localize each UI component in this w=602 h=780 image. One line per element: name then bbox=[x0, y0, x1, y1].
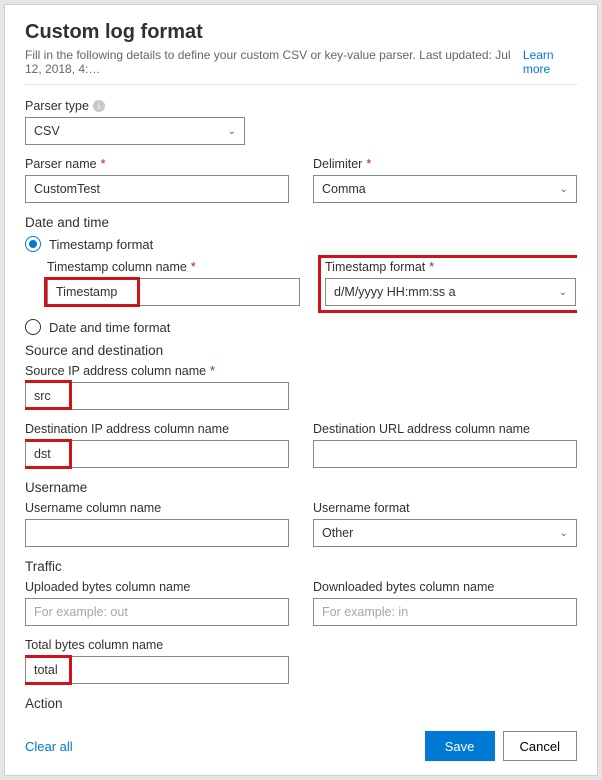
dst-ip-label: Destination IP address column name bbox=[25, 422, 229, 436]
radio-date-time-label: Date and time format bbox=[49, 320, 170, 335]
radio-timestamp-format[interactable] bbox=[25, 236, 41, 252]
dialog-header: Custom log format Fill in the following … bbox=[25, 21, 577, 99]
page-title: Custom log format bbox=[25, 21, 577, 44]
ts-format-select[interactable]: d/M/yyyy HH:mm:ss a ⌄ bbox=[325, 278, 576, 306]
parser-name-input[interactable] bbox=[25, 175, 289, 203]
ts-format-label: Timestamp format bbox=[325, 260, 425, 274]
section-username: Username bbox=[25, 480, 577, 495]
dst-ip-input[interactable] bbox=[25, 440, 289, 468]
ts-column-input[interactable] bbox=[47, 278, 300, 306]
parser-name-label: Parser name bbox=[25, 157, 97, 171]
downloaded-label: Downloaded bytes column name bbox=[313, 580, 494, 594]
dst-url-label: Destination URL address column name bbox=[313, 422, 530, 436]
parser-type-select[interactable]: CSV ⌄ bbox=[25, 117, 245, 145]
dst-url-input[interactable] bbox=[313, 440, 577, 468]
form-area: Parser type i CSV ⌄ Parser name* Delimit… bbox=[25, 99, 577, 717]
uploaded-input[interactable] bbox=[25, 598, 289, 626]
dialog-footer: Clear all Save Cancel bbox=[25, 717, 577, 761]
section-action: Action bbox=[25, 696, 577, 711]
custom-log-format-dialog: Custom log format Fill in the following … bbox=[4, 4, 598, 776]
total-bytes-label: Total bytes column name bbox=[25, 638, 163, 652]
radio-timestamp-label: Timestamp format bbox=[49, 237, 153, 252]
chevron-down-icon: ⌄ bbox=[560, 528, 568, 539]
uploaded-label: Uploaded bytes column name bbox=[25, 580, 190, 594]
parser-type-label: Parser type bbox=[25, 99, 89, 113]
section-date-time: Date and time bbox=[25, 215, 577, 230]
username-fmt-select[interactable]: Other ⌄ bbox=[313, 519, 577, 547]
info-icon: i bbox=[93, 100, 105, 112]
chevron-down-icon: ⌄ bbox=[560, 184, 568, 195]
page-subtitle: Fill in the following details to define … bbox=[25, 48, 523, 76]
clear-all-link[interactable]: Clear all bbox=[25, 739, 73, 754]
chevron-down-icon: ⌄ bbox=[559, 287, 567, 298]
learn-more-link[interactable]: Learn more bbox=[523, 48, 577, 76]
radio-date-time-format[interactable] bbox=[25, 319, 41, 335]
username-col-input[interactable] bbox=[25, 519, 289, 547]
username-fmt-label: Username format bbox=[313, 501, 410, 515]
src-ip-label: Source IP address column name bbox=[25, 364, 206, 378]
delimiter-label: Delimiter bbox=[313, 157, 362, 171]
section-src-dst: Source and destination bbox=[25, 343, 577, 358]
section-traffic: Traffic bbox=[25, 559, 577, 574]
downloaded-input[interactable] bbox=[313, 598, 577, 626]
cancel-button[interactable]: Cancel bbox=[503, 731, 577, 761]
save-button[interactable]: Save bbox=[425, 731, 495, 761]
ts-column-label: Timestamp column name bbox=[47, 260, 187, 274]
src-ip-input[interactable] bbox=[25, 382, 289, 410]
delimiter-select[interactable]: Comma ⌄ bbox=[313, 175, 577, 203]
chevron-down-icon: ⌄ bbox=[228, 126, 236, 137]
total-bytes-input[interactable] bbox=[25, 656, 289, 684]
username-col-label: Username column name bbox=[25, 501, 161, 515]
